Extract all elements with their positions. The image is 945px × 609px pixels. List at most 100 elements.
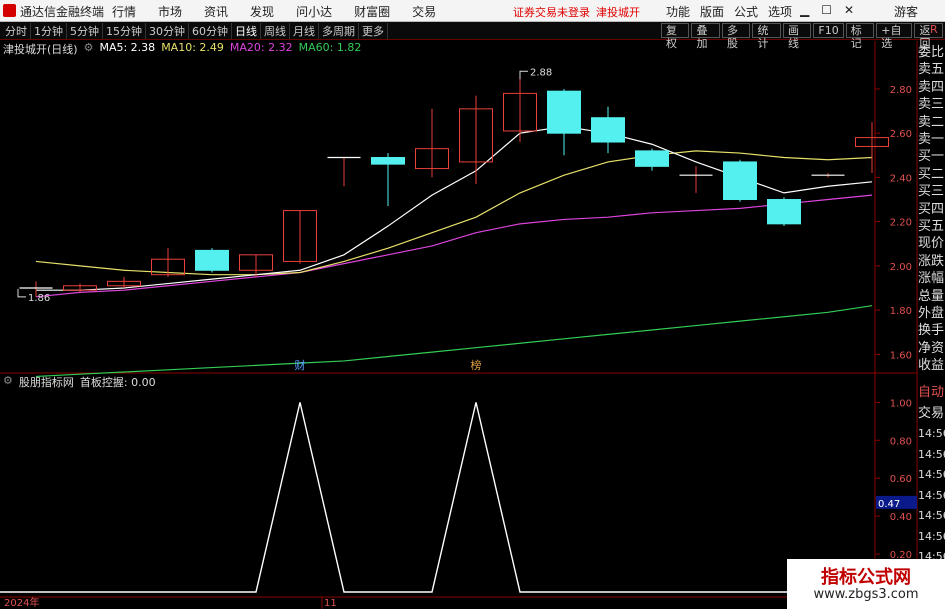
stats-button[interactable]: 统计 (752, 23, 781, 50)
chart-title: 津投城开(日线) (3, 43, 78, 56)
window-controls: ▁ ☐ ✕ (800, 3, 854, 17)
settings-icon[interactable]: ⚙ (3, 374, 13, 390)
app-title: 通达信金融终端 (20, 5, 105, 19)
tab-timeshare[interactable]: 分时 (2, 23, 31, 39)
indicator-name: 股朋指标网 (18, 376, 74, 389)
maximize-icon[interactable]: ☐ (821, 3, 832, 17)
login-warning: 证券交易未登录 津投城开 (513, 4, 640, 20)
sub-tick-label: 0.40 (890, 512, 912, 523)
tab-60min[interactable]: 60分钟 (189, 23, 232, 39)
sidebar-quote-label: 总量 (918, 288, 945, 304)
main-tick-label: 2.00 (890, 262, 912, 273)
menu-trade[interactable]: 交易 (412, 3, 436, 20)
watermark-title: 指标公式网 (821, 567, 911, 588)
tab-multi-period[interactable]: 多周期 (319, 23, 359, 39)
r-badge: R (930, 23, 938, 36)
menu-market[interactable]: 市场 (158, 3, 182, 20)
tab-30min[interactable]: 30分钟 (146, 23, 189, 39)
low-price-label: 1.86 (28, 293, 50, 304)
menu-discover[interactable]: 发现 (250, 3, 274, 20)
menu-quotes[interactable]: 行情 (112, 3, 136, 20)
trade-time-item: 14:56 (918, 509, 945, 522)
sidebar-quote-label: 外盘 (918, 306, 945, 321)
back-button[interactable]: 返回 (914, 23, 943, 50)
sub-tick-label: 0.80 (890, 436, 912, 447)
candle-body-up (239, 254, 273, 271)
indicator-line (36, 402, 872, 593)
main-tick-label: 2.20 (890, 218, 912, 229)
trade-not-logged[interactable]: 证券交易未登录 (513, 4, 590, 20)
sidebar-quote-label: 卖三 (918, 97, 945, 113)
adjust-button[interactable]: 复权 (661, 23, 690, 50)
menu-options[interactable]: 选项 (768, 3, 792, 20)
ma10-label: MA10: 2.49 (161, 41, 224, 54)
title-bar: 通达信金融终端 行情 市场 资讯 发现 问小达 财富圈 交易 证券交易未登录 津… (0, 0, 945, 22)
tab-5min[interactable]: 5分钟 (67, 23, 103, 39)
multi-stock-button[interactable]: 多股 (721, 23, 751, 50)
f10-button[interactable]: F10 (813, 23, 844, 38)
sidebar-quote-label: 买三 (918, 184, 945, 200)
year-label: 2024年 (4, 596, 39, 609)
sidebar-quote-label: 现价 (918, 236, 945, 252)
right-menu: 功能 版面 公式 选项 (666, 3, 792, 20)
high-price-label: 2.88 (530, 67, 552, 78)
close-icon[interactable]: ✕ (844, 3, 854, 17)
mark-button[interactable]: 标记 (845, 23, 875, 50)
menu-formula[interactable]: 公式 (734, 3, 758, 20)
tab-15min[interactable]: 15分钟 (103, 23, 146, 39)
current-stock-name: 津投城开 (596, 6, 640, 19)
settings-icon[interactable]: ⚙ (84, 41, 94, 57)
tab-more[interactable]: 更多 (359, 23, 388, 39)
sidebar-quote-label: 涨幅 (918, 271, 945, 287)
main-tick-label: 2.60 (890, 129, 912, 140)
sidebar-quote-label: 买四 (918, 201, 945, 217)
sidebar-quote-label: 买二 (918, 166, 945, 182)
overlay-button[interactable]: 叠加 (691, 23, 720, 50)
sidebar-quote-label: 涨跌 (918, 253, 945, 269)
draw-line-button[interactable]: 画线 (782, 23, 812, 50)
menu-news[interactable]: 资讯 (204, 3, 228, 20)
add-watchlist-button[interactable]: +自选 (876, 23, 913, 50)
main-tick-label: 1.80 (890, 306, 912, 317)
sidebar-quote-label: 委比 (918, 45, 945, 60)
candle-body-down (371, 157, 405, 165)
trade-time-item: 14:56 (918, 427, 945, 440)
candle-body-up (415, 148, 449, 170)
tab-daily[interactable]: 日线 (232, 23, 261, 39)
menu-function[interactable]: 功能 (666, 3, 690, 20)
candle-body-up (855, 137, 889, 147)
ma60-line (35, 305, 873, 378)
candle-body-down (591, 117, 625, 143)
tab-monthly[interactable]: 月线 (290, 23, 319, 39)
dragon-tiger-marker: 榜 (471, 358, 482, 372)
main-tick-label: 1.60 (890, 350, 912, 361)
sub-highlight-value: 0.47 (878, 499, 900, 510)
trade-time-item: 14:56 (918, 529, 945, 543)
candle-body-down (723, 161, 757, 201)
ma5-line (36, 125, 873, 291)
sidebar-quote-label: 净资 (918, 340, 945, 356)
menu-ask[interactable]: 问小达 (296, 3, 332, 20)
chart-buttons: 复权 叠加 多股 统计 画线 F10 标记 +自选 返回 (661, 23, 945, 50)
guest-user[interactable]: 游客 (894, 3, 918, 20)
finance-event-marker: 财 (295, 358, 306, 372)
sidebar-quote-label: 卖五 (918, 62, 945, 78)
sub-highlight-box (876, 495, 917, 509)
tab-1min[interactable]: 1分钟 (31, 23, 67, 39)
ma20-label: MA20: 2.32 (229, 41, 293, 54)
low-marker-arrow (17, 288, 26, 298)
tab-weekly[interactable]: 周线 (261, 23, 290, 39)
menu-wealth[interactable]: 财富圈 (354, 3, 390, 20)
indicator-info-bar: ⚙ 股朋指标网 首板控握: 0.00 (0, 374, 156, 390)
candle-body-down (195, 249, 229, 271)
trade-time-item: 14:56 (918, 447, 945, 461)
candle-body-down (635, 150, 669, 167)
watermark: 指标公式网 www.zbgs3.com (787, 559, 945, 609)
period-tabs: 分时 1分钟 5分钟 15分钟 30分钟 60分钟 日线 周线 月线 多周期 更… (2, 23, 388, 39)
sidebar-tab[interactable]: 交易 (918, 405, 945, 422)
minimize-icon[interactable]: ▁ (800, 3, 809, 17)
watermark-url: www.zbgs3.com (813, 587, 919, 602)
menu-layout[interactable]: 版面 (700, 3, 724, 20)
candle-body-up (459, 108, 493, 163)
sidebar-tab[interactable]: 自动 (918, 384, 945, 401)
